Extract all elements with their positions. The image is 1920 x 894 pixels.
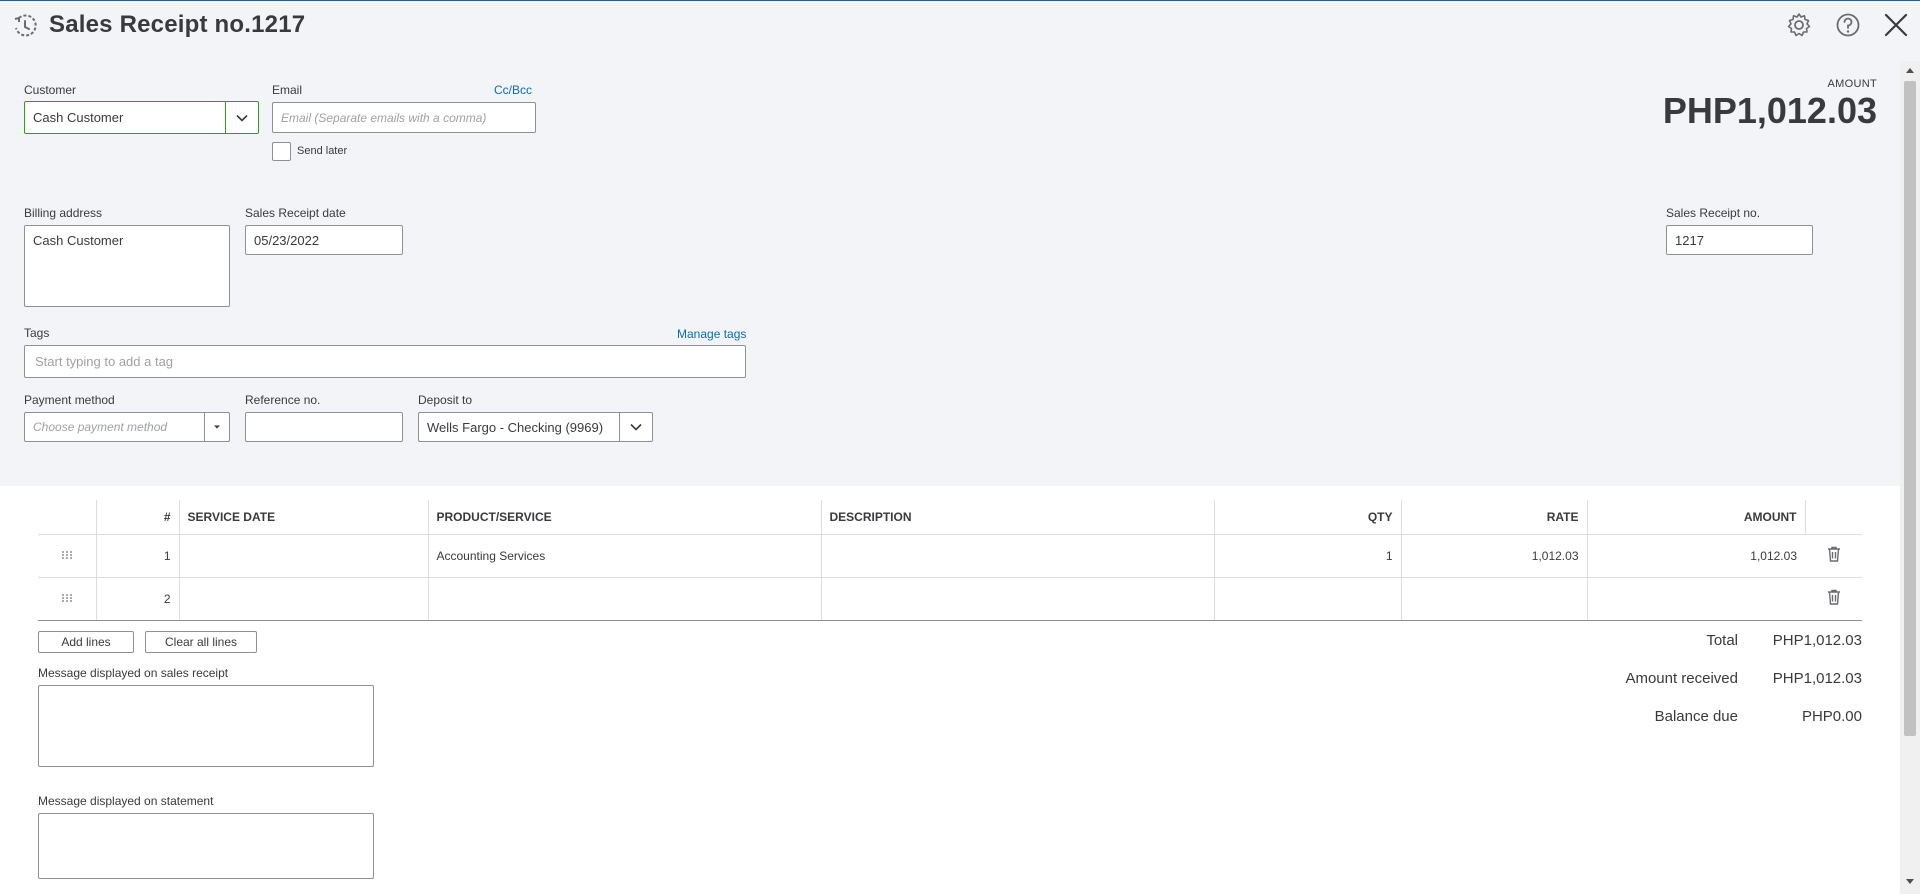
scroll-up-icon[interactable] bbox=[1905, 66, 1915, 74]
receipt-message-field[interactable] bbox=[38, 685, 374, 767]
delete-line-button[interactable] bbox=[1805, 534, 1862, 578]
deposit-to-label: Deposit to bbox=[418, 393, 473, 407]
service-date-cell[interactable] bbox=[178, 577, 428, 621]
column-header: # bbox=[95, 500, 179, 535]
email-field[interactable]: Email (Separate emails with a comma) bbox=[272, 102, 536, 133]
gear-icon[interactable] bbox=[1785, 11, 1813, 39]
clear-all-lines-button[interactable]: Clear all lines bbox=[145, 631, 257, 653]
drag-column-header bbox=[38, 500, 96, 535]
product-cell[interactable] bbox=[427, 577, 821, 621]
receipt-no-label: Sales Receipt no. bbox=[1666, 206, 1761, 220]
column-header: AMOUNT bbox=[1586, 500, 1805, 535]
amount-cell[interactable] bbox=[1586, 577, 1805, 621]
manage-tags-link[interactable]: Manage tags bbox=[677, 327, 746, 341]
email-placeholder: Email (Separate emails with a comma) bbox=[281, 110, 487, 125]
amount-label: AMOUNT bbox=[1827, 78, 1877, 90]
column-header: QTY bbox=[1213, 500, 1401, 535]
line-number: 1 bbox=[95, 534, 179, 578]
drag-handle[interactable] bbox=[38, 534, 96, 578]
delete-column-header bbox=[1804, 500, 1862, 535]
receipt-date-field[interactable]: 05/23/2022 bbox=[245, 225, 403, 255]
customer-value: Cash Customer bbox=[33, 110, 124, 125]
receipt-message-label: Message displayed on sales receipt bbox=[38, 666, 229, 680]
service-date-cell[interactable] bbox=[178, 534, 428, 578]
drag-handle-icon bbox=[61, 593, 72, 602]
column-header: DESCRIPTION bbox=[820, 500, 1214, 535]
receipt-date-label: Sales Receipt date bbox=[245, 206, 346, 220]
receipt-no-field[interactable]: 1217 bbox=[1666, 225, 1813, 255]
tags-input[interactable]: Start typing to add a tag bbox=[24, 345, 746, 378]
column-header: PRODUCT/SERVICE bbox=[427, 500, 821, 535]
drag-handle[interactable] bbox=[38, 577, 96, 621]
description-cell[interactable] bbox=[820, 534, 1214, 578]
add-lines-button[interactable]: Add lines bbox=[38, 631, 134, 653]
billing-address-field[interactable]: Cash Customer bbox=[24, 225, 230, 307]
drag-handle-icon bbox=[61, 550, 72, 559]
line-number: 2 bbox=[95, 577, 179, 621]
table-row[interactable]: 2 bbox=[38, 577, 1862, 621]
chevron-down-icon bbox=[236, 114, 248, 122]
email-label: Email bbox=[272, 83, 303, 97]
send-later-checkbox[interactable] bbox=[272, 142, 291, 161]
statement-message-label: Message displayed on statement bbox=[38, 794, 214, 808]
description-cell[interactable] bbox=[820, 577, 1214, 621]
total-value: PHP1,012.03 bbox=[1772, 632, 1862, 649]
table-row[interactable]: 1 Accounting Services 1 1,012.03 1,012.0… bbox=[38, 534, 1862, 578]
total-label: Total bbox=[1706, 632, 1738, 649]
close-icon[interactable] bbox=[1882, 11, 1910, 39]
qty-cell[interactable]: 1 bbox=[1213, 534, 1401, 578]
header-bar: Sales Receipt no.1217 bbox=[0, 1, 1920, 61]
scroll-down-icon[interactable] bbox=[1905, 878, 1915, 886]
rate-cell[interactable]: 1,012.03 bbox=[1400, 534, 1587, 578]
balance-due-value: PHP0.00 bbox=[1801, 708, 1862, 725]
reference-label: Reference no. bbox=[245, 393, 321, 407]
table-header-row: # SERVICE DATE PRODUCT/SERVICE DESCRIPTI… bbox=[38, 500, 1862, 535]
tags-placeholder: Start typing to add a tag bbox=[35, 354, 174, 369]
statement-message-field[interactable] bbox=[38, 813, 374, 879]
delete-line-button[interactable] bbox=[1805, 577, 1862, 621]
line-items-table: # SERVICE DATE PRODUCT/SERVICE DESCRIPTI… bbox=[38, 500, 1862, 621]
cc-bcc-link[interactable]: Cc/Bcc bbox=[494, 83, 532, 97]
product-cell[interactable]: Accounting Services bbox=[427, 534, 821, 578]
trash-icon bbox=[1827, 589, 1840, 605]
billing-address-label: Billing address bbox=[24, 206, 103, 220]
payment-dropdown-button[interactable] bbox=[204, 413, 229, 441]
payment-method-placeholder: Choose payment method bbox=[33, 420, 168, 434]
trash-icon bbox=[1827, 546, 1840, 562]
rate-cell[interactable] bbox=[1400, 577, 1587, 621]
amount-received-value: PHP1,012.03 bbox=[1772, 670, 1862, 687]
amount-value: PHP1,012.03 bbox=[1662, 90, 1877, 131]
column-header: RATE bbox=[1400, 500, 1587, 535]
amount-cell[interactable]: 1,012.03 bbox=[1586, 534, 1805, 578]
receipt-no-value: 1217 bbox=[1675, 232, 1704, 248]
help-icon[interactable] bbox=[1834, 11, 1862, 39]
balance-due-label: Balance due bbox=[1654, 708, 1738, 725]
caret-down-icon bbox=[214, 425, 220, 429]
customer-dropdown-button[interactable] bbox=[225, 102, 258, 133]
tags-label: Tags bbox=[24, 326, 50, 340]
payment-method-label: Payment method bbox=[24, 393, 115, 407]
reference-field[interactable] bbox=[245, 412, 403, 442]
deposit-to-select[interactable]: Wells Fargo - Checking (9969) bbox=[418, 412, 653, 442]
page-title: Sales Receipt no.1217 bbox=[49, 11, 306, 38]
customer-label: Customer bbox=[24, 83, 77, 97]
qty-cell[interactable] bbox=[1213, 577, 1401, 621]
billing-address-value: Cash Customer bbox=[33, 233, 124, 248]
scrollbar-thumb[interactable] bbox=[1904, 81, 1916, 736]
column-header: SERVICE DATE bbox=[178, 500, 428, 535]
payment-method-select[interactable]: Choose payment method bbox=[24, 412, 230, 442]
history-clock-icon[interactable] bbox=[11, 12, 39, 40]
send-later-label: Send later bbox=[297, 145, 348, 157]
deposit-dropdown-button[interactable] bbox=[619, 413, 652, 441]
deposit-to-value: Wells Fargo - Checking (9969) bbox=[427, 419, 604, 435]
chevron-down-icon bbox=[630, 423, 642, 431]
receipt-date-value: 05/23/2022 bbox=[254, 232, 320, 248]
vertical-scrollbar[interactable] bbox=[1900, 61, 1920, 894]
customer-select[interactable]: Cash Customer bbox=[24, 101, 259, 134]
amount-received-label: Amount received bbox=[1625, 670, 1738, 687]
